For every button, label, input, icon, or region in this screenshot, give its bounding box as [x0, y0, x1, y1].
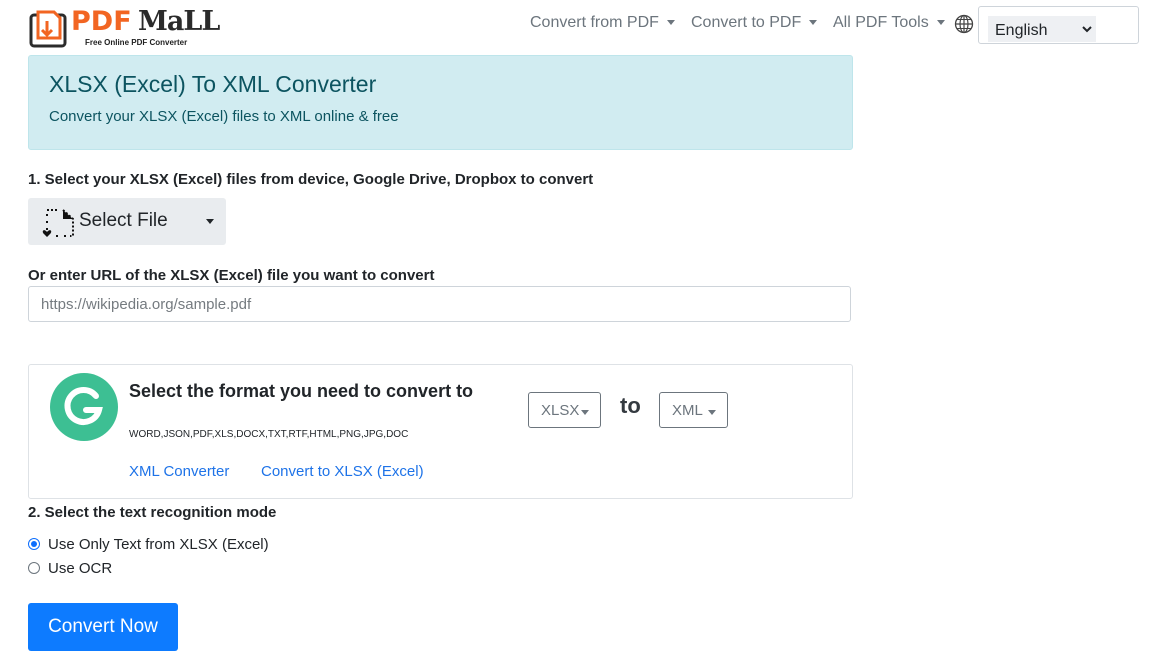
caret-down-icon — [206, 219, 214, 224]
select-file-button[interactable]: Select File — [28, 198, 226, 245]
caret-down-icon — [708, 410, 716, 415]
to-format-label: XML — [672, 402, 703, 419]
radio-label-text-only: Use Only Text from XLSX (Excel) — [48, 536, 269, 553]
to-label: to — [620, 393, 641, 418]
nav-convert-to-pdf[interactable]: Convert to PDF — [691, 14, 818, 32]
step2-label: 2. Select the text recognition mode — [28, 504, 277, 521]
convert-now-button[interactable]: Convert Now — [28, 603, 178, 651]
language-selected: English — [995, 22, 1048, 39]
radio-button-checked[interactable] — [28, 538, 40, 550]
logo-mall-text: MaLL — [138, 6, 220, 37]
pdf-document-icon — [29, 10, 67, 48]
language-select[interactable]: English — [988, 16, 1096, 42]
nav-convert-from-pdf[interactable]: Convert from PDF — [530, 14, 675, 32]
to-format-dropdown[interactable]: XML — [659, 392, 728, 428]
caret-down-icon — [809, 20, 818, 26]
caret-down-icon — [666, 20, 675, 26]
caret-down-icon — [936, 20, 945, 26]
page-title: XLSX (Excel) To XML Converter — [49, 71, 377, 97]
logo-tagline: Free Online PDF Converter — [85, 38, 188, 47]
xml-converter-link[interactable]: XML Converter — [129, 463, 229, 480]
radio-label-ocr: Use OCR — [48, 560, 113, 577]
logo-pdf-text: PDF — [71, 6, 132, 37]
language-select-container: English — [978, 6, 1139, 44]
page-subtitle: Convert your XLSX (Excel) files to XML o… — [49, 108, 399, 125]
chevron-down-icon — [1082, 26, 1092, 33]
logo[interactable]: PDF MaLL Free Online PDF Converter — [28, 6, 228, 48]
step1-label: 1. Select your XLSX (Excel) files from d… — [28, 171, 594, 188]
supported-formats: WORD,JSON,PDF,XLS,DOCX,TXT,RTF,HTML,PNG,… — [129, 429, 409, 440]
info-banner: XLSX (Excel) To XML Converter Convert yo… — [28, 55, 853, 150]
format-title: Select the format you need to convert to — [129, 381, 474, 401]
g-logo-icon — [50, 373, 118, 441]
globe-icon — [954, 14, 974, 34]
convert-to-xlsx-link[interactable]: Convert to XLSX (Excel) — [261, 463, 424, 480]
nav-convert-from-pdf-label: Convert from PDF — [530, 14, 659, 31]
nav-convert-to-pdf-label: Convert to PDF — [691, 14, 802, 31]
format-card: Select the format you need to convert to… — [28, 364, 853, 499]
caret-down-icon — [581, 410, 589, 415]
radio-button[interactable] — [28, 562, 40, 574]
url-input[interactable] — [28, 286, 851, 322]
from-format-dropdown[interactable]: XLSX — [528, 392, 601, 428]
nav-all-pdf-tools-label: All PDF Tools — [833, 14, 929, 31]
select-file-label: Select File — [79, 210, 168, 231]
url-label: Or enter URL of the XLSX (Excel) file yo… — [28, 267, 435, 284]
nav-all-pdf-tools[interactable]: All PDF Tools — [833, 14, 945, 32]
from-format-label: XLSX — [541, 402, 580, 419]
file-upload-icon — [42, 209, 74, 237]
